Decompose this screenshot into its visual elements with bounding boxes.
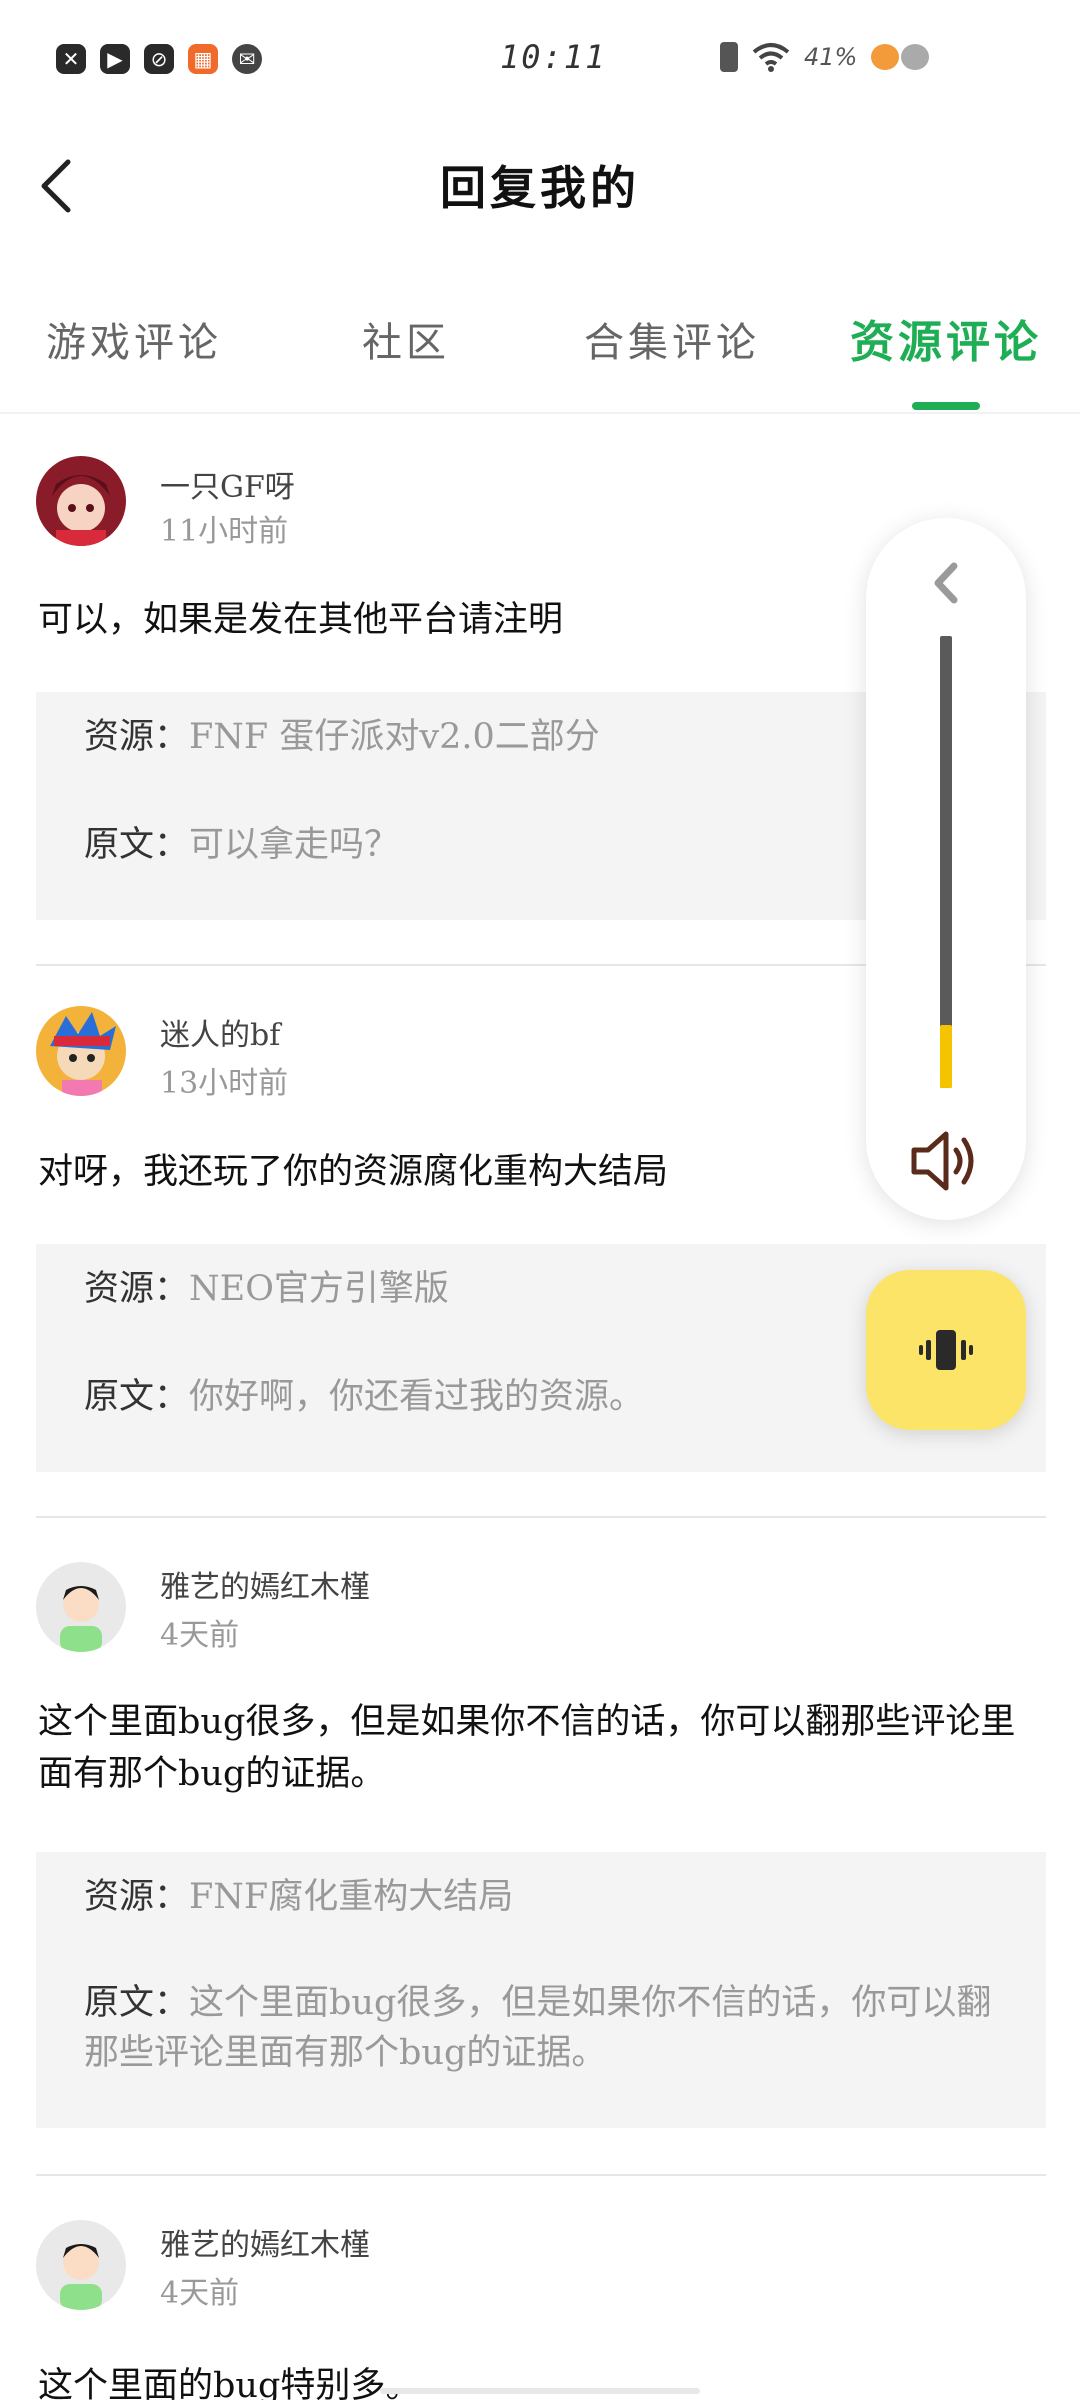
user-name[interactable]: 一只GF呀	[160, 462, 295, 506]
original-label: 原文：	[84, 825, 190, 865]
vibrate-toggle-button[interactable]	[866, 1270, 1026, 1430]
vibrate-mode-icon	[720, 42, 738, 72]
original-text: 这个里面bug很多，但是如果你不信的话，你可以翻那些评论里面有那个bug的证据。	[84, 1983, 992, 2073]
resource-name: FNF 蛋仔派对v2.0二部分	[189, 717, 600, 757]
status-time: 10:11	[500, 38, 607, 76]
user-name[interactable]: 雅艺的嫣红木槿	[160, 2220, 370, 2264]
resource-label: 资源：	[84, 1269, 190, 1309]
resource-line: 资源：FNF腐化重构大结局	[84, 1872, 1004, 1922]
video-app-icon: ▶	[100, 44, 130, 74]
tab-collection-comments[interactable]: 合集评论	[584, 310, 760, 368]
time-ago: 11小时前	[160, 514, 289, 549]
user-name[interactable]: 迷人的bf	[160, 1010, 280, 1054]
wifi-icon	[752, 42, 790, 72]
resource-label: 资源：	[84, 1877, 190, 1917]
original-label: 原文：	[84, 1377, 190, 1417]
tab-bar: 游戏评论 社区 合集评论 资源评论	[0, 290, 1080, 414]
avatar[interactable]	[36, 1006, 126, 1096]
time-ago: 13小时前	[160, 1066, 289, 1101]
resource-label: 资源：	[84, 717, 190, 757]
avatar[interactable]	[36, 456, 126, 546]
tab-community[interactable]: 社区	[362, 310, 450, 368]
speaker-icon[interactable]	[908, 1126, 984, 1196]
divider	[36, 2174, 1046, 2176]
original-line: 原文：这个里面bug很多，但是如果你不信的话，你可以翻那些评论里面有那个bug的…	[84, 1978, 1004, 2078]
collapse-chevron-icon[interactable]	[926, 558, 966, 608]
close-app-icon: ✕	[56, 44, 86, 74]
resource-name: FNF腐化重构大结局	[189, 1877, 514, 1917]
avatar[interactable]	[36, 2220, 126, 2310]
active-tab-indicator	[912, 402, 980, 410]
vibrate-icon	[919, 1330, 973, 1370]
original-text: 你好啊，你还看过我的资源。	[189, 1377, 645, 1417]
wechat-icon: ✉	[232, 44, 262, 74]
reply-text: 这个里面bug很多，但是如果你不信的话，你可以翻那些评论里面有那个bug的证据。	[38, 1702, 1016, 1794]
divider	[36, 1516, 1046, 1518]
notification-icons: ✕ ▶ ⊘ ▦ ✉	[56, 44, 262, 74]
volume-panel[interactable]	[866, 518, 1026, 1220]
time-ago: 4天前	[160, 1618, 240, 1653]
status-bar: ✕ ▶ ⊘ ▦ ✉ 10:11 41%	[0, 0, 1080, 120]
user-name[interactable]: 雅艺的嫣红木槿	[160, 1562, 370, 1606]
tab-resource-comments[interactable]: 资源评论	[850, 306, 1042, 370]
status-indicators: 41%	[720, 42, 930, 72]
battery-level: 41%	[804, 43, 858, 71]
tab-game-comments[interactable]: 游戏评论	[46, 310, 222, 368]
original-text: 可以拿走吗？	[189, 825, 400, 865]
reply-text: 这个里面的bug特别多。	[38, 2366, 421, 2400]
quoted-resource-box[interactable]: 资源：FNF腐化重构大结局 原文：这个里面bug很多，但是如果你不信的话，你可以…	[36, 1852, 1046, 2128]
page-title: 回复我的	[440, 161, 640, 215]
battery-mascot-icon	[871, 44, 930, 70]
avatar[interactable]	[36, 1562, 126, 1652]
time-ago: 4天前	[160, 2276, 240, 2311]
header: 回复我的	[0, 120, 1080, 250]
game-app-icon: ▦	[188, 44, 218, 74]
original-label: 原文：	[84, 1983, 190, 2023]
volume-slider-fill	[940, 1024, 952, 1088]
screen: ✕ ▶ ⊘ ▦ ✉ 10:11 41% 回复我的 游戏评论 社区 合集评论 资源…	[0, 0, 1080, 2400]
resource-name: NEO官方引擎版	[189, 1269, 449, 1309]
volume-slider[interactable]	[940, 636, 952, 1088]
link-app-icon: ⊘	[144, 44, 174, 74]
home-indicator[interactable]	[380, 2388, 700, 2394]
